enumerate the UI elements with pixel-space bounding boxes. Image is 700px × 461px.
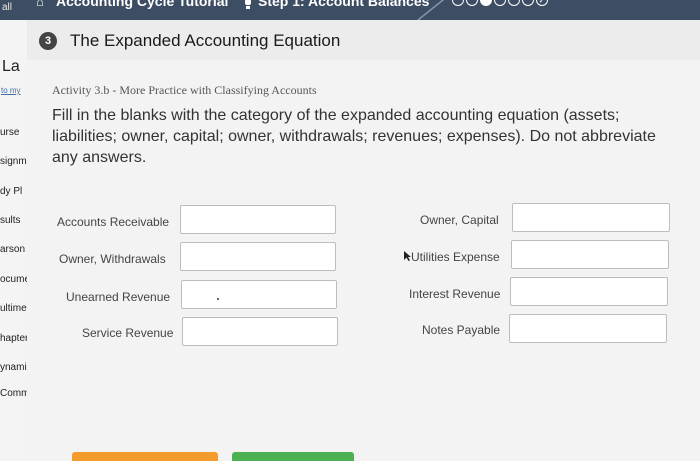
check-icon[interactable]: ✓ — [536, 0, 548, 6]
step-number-badge: 3 — [39, 32, 57, 50]
account-label: Owner, Capital — [420, 213, 499, 227]
sidebar-link[interactable]: to my — [1, 86, 21, 95]
sidebar-item[interactable]: ocume — [0, 274, 27, 285]
step-marker-icon — [245, 0, 251, 9]
tutorial-title[interactable]: Accounting Cycle Tutorial — [56, 0, 228, 9]
top-left-label: all — [2, 2, 13, 13]
answer-input-unearned-revenue[interactable] — [181, 280, 337, 309]
orange-action-button[interactable] — [72, 452, 218, 461]
answer-input-notes-payable[interactable] — [509, 314, 667, 343]
sidebar-item[interactable]: sults — [0, 215, 21, 226]
account-label: Service Revenue — [82, 326, 174, 340]
progress-dot[interactable] — [522, 0, 534, 6]
answer-input-utilities-expense[interactable] — [511, 240, 669, 269]
step-title[interactable]: Step 1: Account Balances — [258, 0, 429, 9]
answer-input-interest-revenue[interactable] — [510, 277, 668, 306]
sidebar-item[interactable]: ynamic — [0, 362, 27, 373]
sidebar-item[interactable]: Commu — [0, 388, 27, 399]
section-title: The Expanded Accounting Equation — [70, 31, 341, 50]
sidebar-item[interactable]: La — [2, 58, 20, 76]
section-header: 3 The Expanded Accounting Equation — [27, 20, 700, 60]
account-label: Accounts Receivable — [57, 215, 170, 229]
answer-input-service-revenue[interactable] — [182, 317, 338, 346]
account-label: Notes Payable — [422, 323, 501, 337]
sidebar-item[interactable]: arson — [0, 244, 25, 255]
text-cursor-mark — [217, 298, 219, 300]
progress-dots: ✓ — [452, 0, 548, 8]
answer-input-owner-withdrawals[interactable] — [180, 242, 336, 271]
sidebar-item[interactable]: urse — [0, 127, 19, 138]
account-label: Interest Revenue — [409, 287, 501, 301]
green-action-button[interactable] — [232, 452, 354, 461]
activity-instructions: Fill in the blanks with the category of … — [52, 107, 656, 166]
answer-input-accounts-receivable[interactable] — [180, 205, 336, 234]
answer-input-owner-capital[interactable] — [512, 203, 670, 232]
home-icon[interactable]: ⌂ — [36, 0, 50, 9]
activity-panel: Activity 3.b - More Practice with Classi… — [27, 60, 700, 461]
progress-dot[interactable] — [508, 0, 520, 6]
top-nav-bar: all ⌂ Accounting Cycle Tutorial Step 1: … — [0, 0, 700, 20]
account-label: Unearned Revenue — [66, 290, 171, 304]
progress-dot-current[interactable] — [480, 0, 492, 6]
sidebar-item[interactable]: ultime — [0, 303, 27, 314]
progress-dot[interactable] — [466, 0, 478, 6]
sidebar-item[interactable]: dy Pl — [0, 186, 22, 197]
chevron-separator-icon — [417, 0, 445, 20]
account-label: Owner, Withdrawals — [59, 252, 166, 266]
progress-dot[interactable] — [494, 0, 506, 6]
sidebar-item[interactable]: hapter — [0, 333, 27, 344]
left-sidebar: La to my urse signm dy Pl sults arson oc… — [0, 20, 28, 461]
sidebar-item[interactable]: signm — [0, 156, 27, 167]
account-label: Utilities Expense — [411, 250, 500, 264]
activity-label: Activity 3.b - More Practice with Classi… — [52, 83, 317, 97]
progress-dot[interactable] — [452, 0, 464, 6]
